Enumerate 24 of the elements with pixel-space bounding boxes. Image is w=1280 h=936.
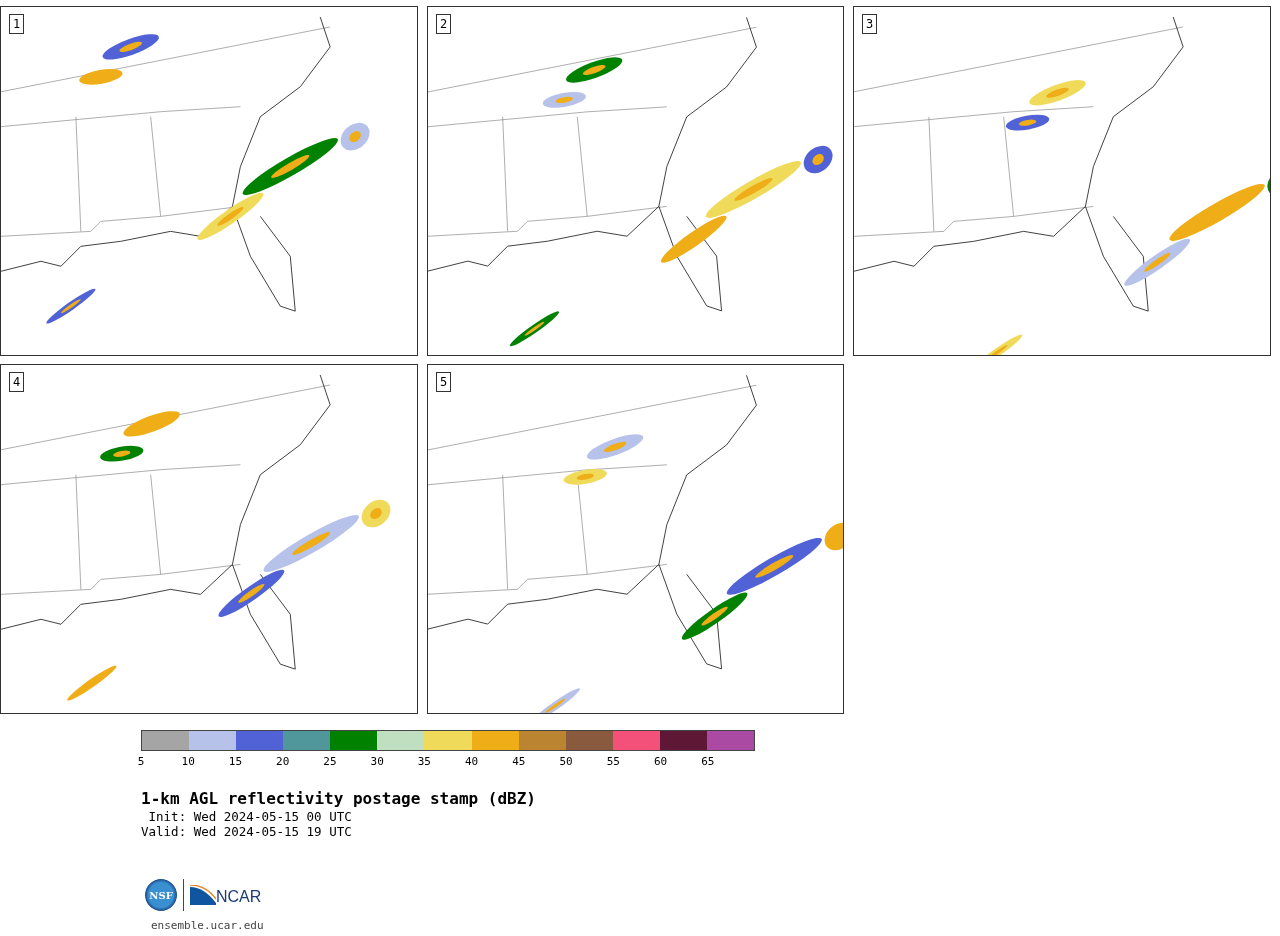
tick-label: 25	[323, 756, 337, 768]
tick-label: 30	[370, 756, 384, 768]
valid-time: Valid: Wed 2024-05-15 19 UTC	[141, 824, 353, 839]
tick-label: 45	[512, 756, 526, 768]
tick-label: 60	[653, 756, 668, 768]
panel-number: 5	[436, 372, 452, 392]
tick-label: 35	[417, 756, 431, 768]
tick-label: 15	[228, 756, 243, 768]
init-time: Init: Wed 2024-05-15 00 UTC	[147, 809, 353, 824]
tick-label: 50	[559, 756, 573, 768]
chart-title: 1-km AGL reflectivity postage stamp (dBZ)	[141, 789, 537, 809]
tick-label: 5	[137, 756, 145, 768]
tick-label: 40	[465, 756, 479, 768]
ncar-logo: NCAR	[190, 885, 262, 905]
nsf-logo: NSF	[145, 879, 177, 911]
panel-number: 4	[9, 372, 25, 392]
panel-number: 1	[9, 14, 25, 34]
tick-label: 65	[701, 756, 715, 768]
tick-label: 10	[181, 756, 195, 768]
site-url: ensemble.ucar.edu	[151, 919, 265, 932]
panel-number: 2	[436, 14, 452, 34]
panel-number: 3	[862, 14, 878, 34]
tick-label: 55	[606, 756, 620, 768]
tick-label: 20	[276, 756, 290, 768]
